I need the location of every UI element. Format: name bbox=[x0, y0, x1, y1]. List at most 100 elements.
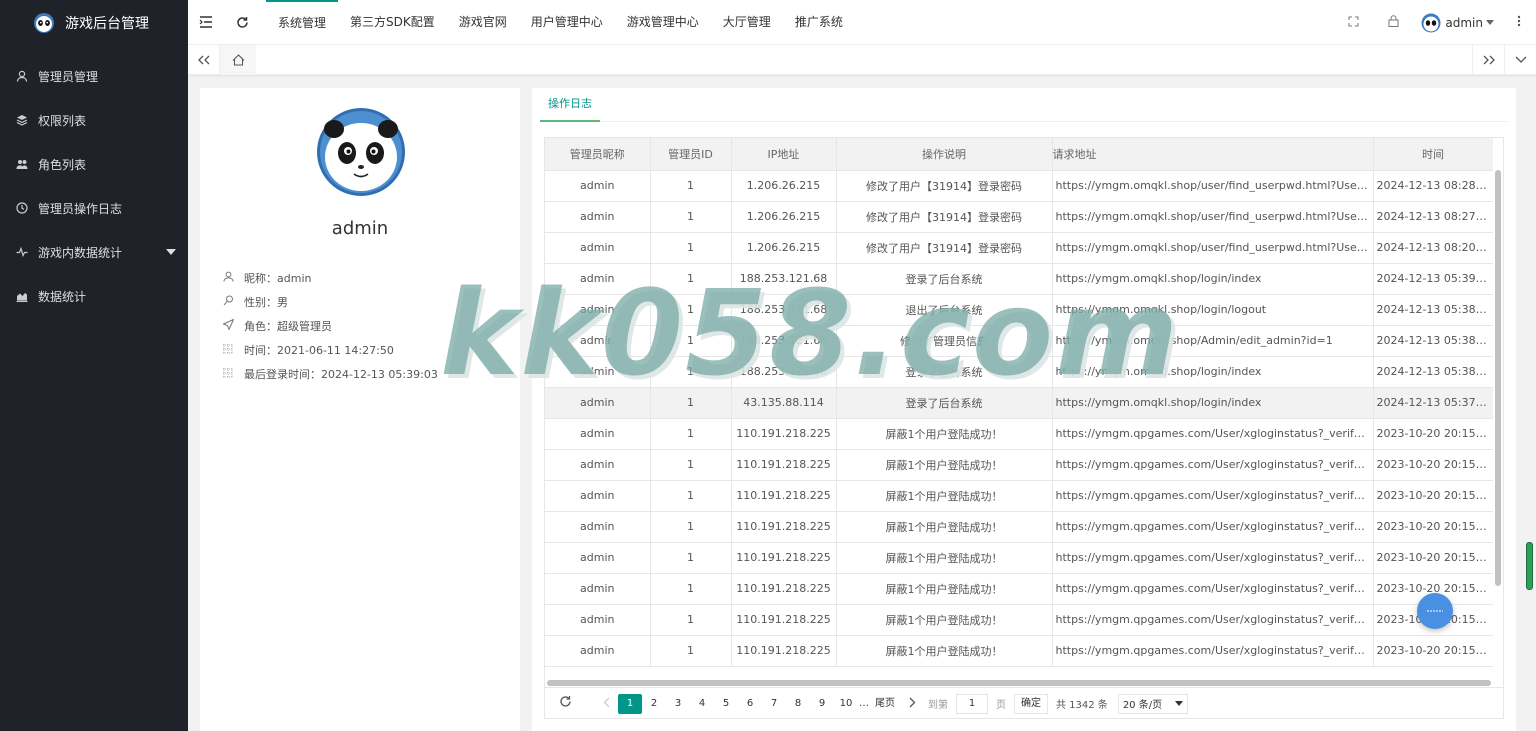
table-row[interactable]: admin 1 188.253.121.68 登录了后台系统 https://ymgm.… bbox=[545, 263, 1493, 295]
sidebar-item-label: 游戏内数据统计 bbox=[38, 245, 123, 260]
table-row[interactable]: admin 1 110.191.218.225 屏蔽1个用户登陆成功！ https://… bbox=[545, 635, 1493, 667]
sidebar-item-operation-log[interactable]: 管理员操作日志 bbox=[0, 186, 188, 230]
tab-game-center[interactable]: 游戏管理中心 bbox=[615, 0, 711, 45]
col-header-ip[interactable]: IP地址 bbox=[731, 138, 837, 171]
table-cell: admin bbox=[545, 294, 651, 326]
panda-logo-icon bbox=[34, 13, 54, 33]
table-row[interactable]: admin 1 110.191.218.225 屏蔽1个用户登陆成功！ https://… bbox=[545, 480, 1493, 512]
table-cell: 110.191.218.225 bbox=[731, 449, 837, 481]
table-cell: 登录了后台系统 bbox=[836, 263, 1053, 295]
sidebar-item-game-stats[interactable]: 游戏内数据统计 bbox=[0, 230, 188, 274]
tab-lobby-manage[interactable]: 大厅管理 bbox=[711, 0, 783, 45]
table-row[interactable]: admin 1 188.253.121.68 登录了后台系统 https://ymgm.… bbox=[545, 356, 1493, 388]
table-row[interactable]: admin 1 188.253.121.68 修改了管理员信息 https://ymgm… bbox=[545, 325, 1493, 357]
table-row[interactable]: admin 1 1.206.26.215 修改了用户【31914】登录密码 https:… bbox=[545, 170, 1493, 202]
table-cell: 110.191.218.225 bbox=[731, 573, 837, 605]
table-cell: 1.206.26.215 bbox=[731, 232, 837, 264]
table-row[interactable]: admin 1 1.206.26.215 修改了用户【31914】登录密码 https:… bbox=[545, 232, 1493, 264]
user-name: admin bbox=[1445, 15, 1483, 30]
table-cell: https://ymgm.omqkl.shop/login/logout bbox=[1052, 294, 1374, 326]
table-cell: 修改了管理员信息 bbox=[836, 325, 1053, 357]
floating-action-button[interactable] bbox=[1417, 593, 1453, 629]
page-button[interactable]: 2 bbox=[642, 694, 666, 714]
col-header-admin-id[interactable]: 管理员ID bbox=[650, 138, 732, 171]
tab-operation-log[interactable]: 操作日志 bbox=[540, 88, 600, 122]
profile-avatar bbox=[317, 108, 405, 196]
side-drag-handle[interactable] bbox=[1526, 542, 1533, 590]
per-page-select[interactable]: 20 条/页 bbox=[1117, 693, 1188, 714]
table-cell: admin bbox=[545, 201, 651, 233]
tab-user-center[interactable]: 用户管理中心 bbox=[519, 0, 615, 45]
table-cell: 2024-12-13 05:37:31 bbox=[1373, 387, 1493, 419]
fullscreen-icon[interactable] bbox=[1333, 16, 1373, 30]
per-page-value: 20 条/页 bbox=[1122, 700, 1163, 711]
log-tabs: 操作日志 bbox=[540, 88, 1508, 122]
page-button-current[interactable]: 1 bbox=[618, 693, 642, 714]
log-table: 管理员昵称 管理员ID IP地址 操作说明 请求地址 时间 admin 1 1.20… bbox=[545, 138, 1493, 667]
grid-calendar-icon bbox=[222, 343, 234, 357]
table-row[interactable]: admin 1 43.135.88.114 登录了后台系统 https://ymgm.o… bbox=[545, 387, 1493, 419]
tab-sdk-config[interactable]: 第三方SDK配置 bbox=[338, 0, 447, 45]
caret-down-icon bbox=[1486, 20, 1494, 25]
table-row[interactable]: admin 1 110.191.218.225 屏蔽1个用户登陆成功！ https://… bbox=[545, 418, 1493, 450]
tab-promotion[interactable]: 推广系统 bbox=[783, 0, 855, 45]
log-table-body: admin 1 1.206.26.215 修改了用户【31914】登录密码 https:… bbox=[545, 170, 1493, 667]
user-menu[interactable]: admin bbox=[1413, 13, 1502, 33]
table-row[interactable]: admin 1 1.206.26.215 修改了用户【31914】登录密码 https:… bbox=[545, 201, 1493, 233]
sidebar-item-permissions[interactable]: 权限列表 bbox=[0, 98, 188, 142]
table-row[interactable]: admin 1 188.253.121.68 退出了后台系统 https://ymgm.… bbox=[545, 294, 1493, 326]
col-header-description[interactable]: 操作说明 bbox=[836, 138, 1053, 171]
page-button[interactable]: 7 bbox=[762, 694, 786, 714]
page-button[interactable]: 10 bbox=[834, 694, 858, 714]
goto-confirm-button[interactable]: 确定 bbox=[1014, 693, 1048, 714]
page-button[interactable]: 4 bbox=[690, 694, 714, 714]
refresh-icon[interactable] bbox=[224, 0, 260, 45]
table-cell: 2023-10-20 20:15:44 bbox=[1373, 511, 1493, 543]
chevron-right-icon[interactable] bbox=[900, 697, 924, 711]
table-row[interactable]: admin 1 110.191.218.225 屏蔽1个用户登陆成功！ https://… bbox=[545, 604, 1493, 636]
sidebar-item-label: 数据统计 bbox=[38, 289, 87, 304]
page-button[interactable]: 8 bbox=[786, 694, 810, 714]
table-cell: admin bbox=[545, 511, 651, 543]
goto-page-input[interactable]: 1 bbox=[956, 693, 988, 714]
table-cell: 屏蔽1个用户登陆成功！ bbox=[836, 418, 1053, 450]
more-vertical-icon[interactable] bbox=[1502, 15, 1536, 30]
page-button[interactable]: 6 bbox=[738, 694, 762, 714]
col-header-request-url[interactable]: 请求地址 bbox=[1052, 138, 1374, 171]
menu-toggle-icon[interactable] bbox=[188, 0, 224, 45]
table-cell: 110.191.218.225 bbox=[731, 604, 837, 636]
home-icon[interactable] bbox=[220, 45, 256, 75]
page-button[interactable]: 9 bbox=[810, 694, 834, 714]
vertical-scrollbar[interactable] bbox=[1495, 170, 1501, 586]
tab-game-site[interactable]: 游戏官网 bbox=[447, 0, 519, 45]
table-cell: 110.191.218.225 bbox=[731, 511, 837, 543]
chevron-down-icon[interactable] bbox=[1504, 45, 1536, 75]
table-row[interactable]: admin 1 110.191.218.225 屏蔽1个用户登陆成功！ https://… bbox=[545, 511, 1493, 543]
double-chevron-left-icon[interactable] bbox=[188, 45, 220, 75]
double-chevron-right-icon[interactable] bbox=[1472, 45, 1504, 75]
refresh-icon[interactable] bbox=[559, 695, 572, 712]
table-row[interactable]: admin 1 110.191.218.225 屏蔽1个用户登陆成功！ https://… bbox=[545, 542, 1493, 574]
sidebar-item-data-stats[interactable]: 数据统计 bbox=[0, 274, 188, 318]
tab-system-manage[interactable]: 系统管理 bbox=[266, 0, 339, 45]
horizontal-scrollbar[interactable] bbox=[547, 680, 1491, 686]
col-header-nickname[interactable]: 管理员昵称 bbox=[545, 138, 651, 171]
goto-prefix: 到第 bbox=[928, 700, 948, 711]
user-icon bbox=[16, 70, 28, 82]
lock-icon[interactable] bbox=[1373, 15, 1413, 30]
log-table-scroll[interactable]: 管理员昵称 管理员ID IP地址 操作说明 请求地址 时间 admin 1 1.20… bbox=[545, 138, 1493, 682]
sidebar-item-roles[interactable]: 角色列表 bbox=[0, 142, 188, 186]
last-page-button[interactable]: 尾页 bbox=[870, 694, 900, 714]
page-button[interactable]: 3 bbox=[666, 694, 690, 714]
app-logo[interactable]: 游戏后台管理 bbox=[0, 0, 188, 46]
col-header-time[interactable]: 时间 bbox=[1373, 138, 1493, 171]
table-cell: 188.253.121.68 bbox=[731, 325, 837, 357]
table-cell: 2023-10-20 20:15:44 bbox=[1373, 542, 1493, 574]
page-button[interactable]: 5 bbox=[714, 694, 738, 714]
chevron-left-icon[interactable] bbox=[594, 697, 618, 711]
table-row[interactable]: admin 1 110.191.218.225 屏蔽1个用户登陆成功！ https://… bbox=[545, 449, 1493, 481]
user-icon bbox=[222, 271, 234, 285]
sidebar-item-admin-manage[interactable]: 管理员管理 bbox=[0, 54, 188, 98]
table-cell: 屏蔽1个用户登陆成功！ bbox=[836, 511, 1053, 543]
table-row[interactable]: admin 1 110.191.218.225 屏蔽1个用户登陆成功！ https://… bbox=[545, 573, 1493, 605]
